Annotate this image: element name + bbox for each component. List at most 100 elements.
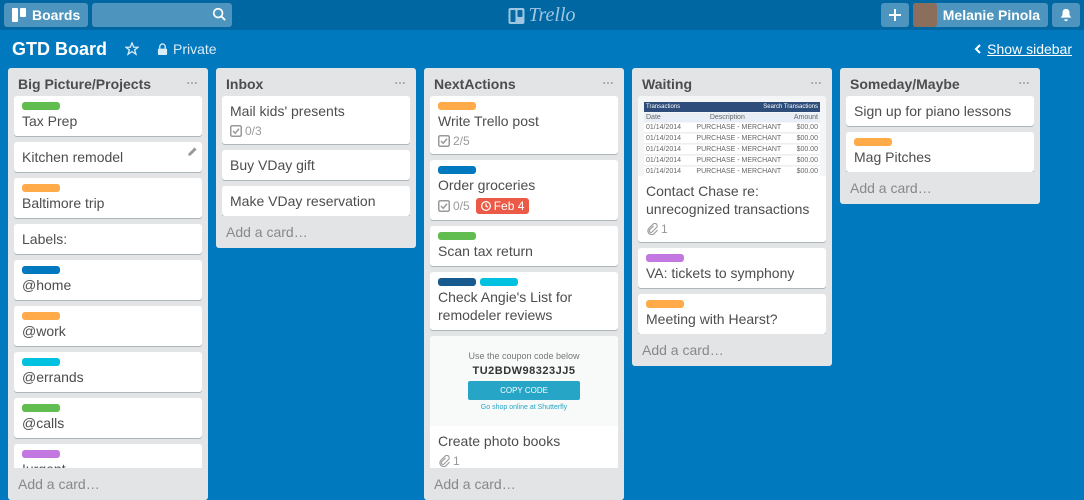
card[interactable]: @calls: [14, 398, 202, 438]
checklist-badge: 0/5: [438, 199, 470, 213]
card-title: Tax Prep: [22, 112, 194, 130]
boards-label: Boards: [32, 7, 80, 23]
star-button[interactable]: [125, 42, 139, 56]
card-title: @work: [22, 322, 194, 340]
list: NextActionsWrite Trello post2/5Order gro…: [424, 68, 624, 500]
card-title: Mag Pitches: [854, 148, 1026, 166]
list-title[interactable]: Big Picture/Projects: [18, 76, 151, 92]
card-labels: [438, 166, 610, 174]
card-labels: [22, 184, 194, 192]
card-badges: 2/5: [438, 134, 610, 148]
list-title[interactable]: Inbox: [226, 76, 263, 92]
board-title[interactable]: GTD Board: [12, 39, 107, 60]
list-title[interactable]: Someday/Maybe: [850, 76, 960, 92]
search-icon: [212, 7, 226, 24]
card[interactable]: Labels:: [14, 224, 202, 254]
card-labels: [22, 404, 194, 412]
list-title[interactable]: Waiting: [642, 76, 692, 92]
card[interactable]: Baltimore trip: [14, 178, 202, 218]
card-labels: [22, 358, 194, 366]
card-title: Buy VDay gift: [230, 156, 402, 174]
card[interactable]: Meeting with Hearst?: [638, 294, 826, 334]
card[interactable]: !urgent: [14, 444, 202, 468]
card[interactable]: Write Trello post2/5: [430, 96, 618, 154]
cards-container: Mail kids' presents0/3 Buy VDay gift Make …: [216, 96, 416, 216]
card-title: Kitchen remodel: [22, 148, 194, 166]
card-labels: [438, 232, 610, 240]
card-labels: [438, 278, 610, 286]
card-cover-image: TransactionsSearch TransactionsDateDescr…: [638, 96, 826, 176]
cards-container: Tax Prep Kitchen remodel Baltimore trip Lab…: [8, 96, 208, 468]
card-title: !urgent: [22, 460, 194, 468]
list: Inbox Mail kids' presents0/3 Buy VDay gift…: [216, 68, 416, 248]
attachment-badge: 1: [646, 222, 668, 236]
card[interactable]: Make VDay reservation: [222, 186, 410, 216]
card[interactable]: Mail kids' presents0/3: [222, 96, 410, 144]
card[interactable]: TransactionsSearch TransactionsDateDescr…: [638, 96, 826, 242]
list-menu-button[interactable]: [1018, 76, 1030, 92]
user-name: Melanie Pinola: [943, 7, 1040, 23]
card[interactable]: Use the coupon code belowTU2BDW98323JJ5C…: [430, 336, 618, 468]
board-canvas[interactable]: Big Picture/Projects Tax Prep Kitchen remo…: [0, 68, 1084, 500]
trello-logo[interactable]: Trello: [508, 4, 575, 27]
lock-icon: [157, 43, 168, 56]
card[interactable]: Sign up for piano lessons: [846, 96, 1034, 126]
card-title: Contact Chase re: unrecognized transacti…: [646, 182, 818, 218]
card-title: Check Angie's List for remodeler reviews: [438, 288, 610, 324]
card-label: [854, 138, 892, 146]
list-menu-button[interactable]: [186, 76, 198, 92]
card-title: Create photo books: [438, 432, 610, 450]
card-labels: [22, 450, 194, 458]
pencil-icon[interactable]: [187, 146, 198, 160]
coupon-copy-button: COPY CODE: [468, 381, 580, 400]
card-label: [438, 102, 476, 110]
cards-container: Sign up for piano lessons Mag Pitches: [840, 96, 1040, 172]
card-label: [22, 102, 60, 110]
due-date-badge: Feb 4: [476, 198, 530, 214]
card-label: [646, 300, 684, 308]
card[interactable]: Tax Prep: [14, 96, 202, 136]
card-labels: [22, 266, 194, 274]
show-sidebar-button[interactable]: Show sidebar: [973, 41, 1072, 57]
list-menu-button[interactable]: [394, 76, 406, 92]
list: Waiting TransactionsSearch TransactionsDa…: [632, 68, 832, 366]
list-menu-button[interactable]: [602, 76, 614, 92]
card[interactable]: Scan tax return: [430, 226, 618, 266]
attachment-badge: 1: [438, 454, 460, 468]
card[interactable]: Buy VDay gift: [222, 150, 410, 180]
chevron-left-icon: [973, 44, 983, 54]
card[interactable]: Order groceries0/5Feb 4: [430, 160, 618, 220]
add-card-button[interactable]: Add a card…: [632, 334, 832, 366]
card-labels: [22, 312, 194, 320]
add-card-button[interactable]: Add a card…: [424, 468, 624, 500]
logo-text: Trello: [528, 4, 575, 27]
card[interactable]: VA: tickets to symphony: [638, 248, 826, 288]
search-input[interactable]: [92, 3, 232, 27]
card-label: [22, 184, 60, 192]
add-card-button[interactable]: Add a card…: [216, 216, 416, 248]
list-title[interactable]: NextActions: [434, 76, 516, 92]
card[interactable]: @work: [14, 306, 202, 346]
add-card-button[interactable]: Add a card…: [840, 172, 1040, 204]
avatar: [913, 3, 937, 27]
card-title: @errands: [22, 368, 194, 386]
card-label: [22, 404, 60, 412]
add-card-button[interactable]: Add a card…: [8, 468, 208, 500]
card-cover-image: Use the coupon code belowTU2BDW98323JJ5C…: [430, 336, 618, 426]
coupon-code: TU2BDW98323JJ5: [473, 365, 576, 377]
user-button[interactable]: Melanie Pinola: [913, 3, 1048, 27]
card[interactable]: Check Angie's List for remodeler reviews: [430, 272, 618, 330]
notifications-button[interactable]: [1052, 3, 1080, 27]
card[interactable]: @home: [14, 260, 202, 300]
boards-button[interactable]: Boards: [4, 3, 88, 27]
card[interactable]: Kitchen remodel: [14, 142, 202, 172]
card-label: [22, 358, 60, 366]
visibility-button[interactable]: Private: [157, 41, 217, 57]
checklist-badge: 2/5: [438, 134, 470, 148]
list: Someday/Maybe Sign up for piano lessons Ma…: [840, 68, 1040, 204]
card[interactable]: Mag Pitches: [846, 132, 1034, 172]
list-menu-button[interactable]: [810, 76, 822, 92]
card-title: @home: [22, 276, 194, 294]
card[interactable]: @errands: [14, 352, 202, 392]
add-button[interactable]: [881, 3, 909, 27]
